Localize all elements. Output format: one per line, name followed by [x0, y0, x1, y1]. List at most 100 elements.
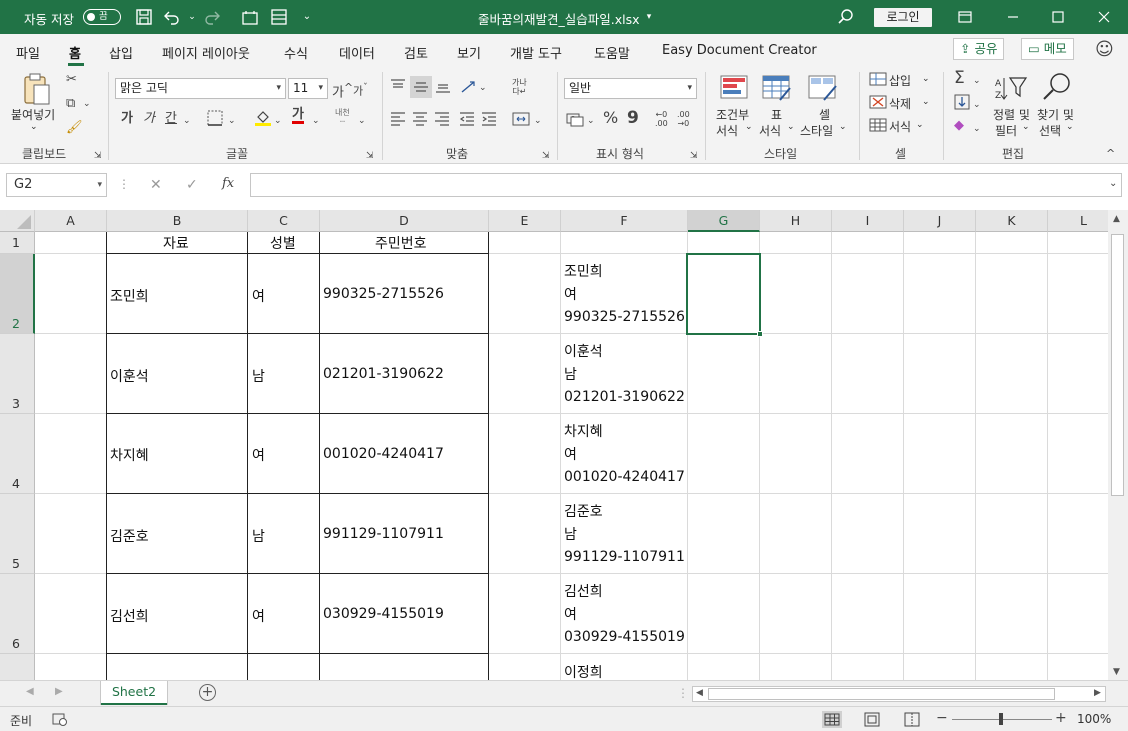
zoom-level[interactable]: 100%	[1077, 712, 1111, 726]
decrease-font-icon[interactable]: 가ˇ	[353, 80, 368, 100]
comma-style-icon[interactable]: 9	[627, 110, 639, 127]
autosum-icon[interactable]: Σ	[954, 70, 965, 87]
font-size-combo[interactable]: 11 ▾	[288, 78, 328, 99]
underline-dropdown-icon[interactable]: ⌄	[183, 113, 191, 129]
conditional-format-icon[interactable]	[720, 74, 750, 107]
tab-page-layout[interactable]: 페이지 레이아웃	[162, 43, 250, 62]
table-format-label-2[interactable]: 서식	[759, 122, 781, 139]
name-box[interactable]: G2 ▾	[6, 173, 107, 197]
find-select-dropdown-icon[interactable]: ⌄	[1066, 122, 1074, 132]
table-format-label-1[interactable]: 표	[771, 106, 782, 123]
font-color-dropdown-icon[interactable]: ⌄	[312, 113, 320, 129]
font-color-icon[interactable]: 가	[292, 108, 304, 124]
horizontal-scrollbar[interactable]: ◀ ▶	[692, 686, 1106, 702]
cell-styles-label-1[interactable]: 셀	[819, 106, 830, 123]
vertical-scroll-thumb[interactable]	[1111, 234, 1124, 496]
increase-indent-icon[interactable]	[481, 112, 497, 131]
cell-d6[interactable]: 030929-4155019	[323, 606, 444, 622]
row-header-5[interactable]: 5	[0, 494, 35, 574]
accounting-dropdown-icon[interactable]: ⌄	[587, 113, 595, 129]
column-header-d[interactable]: D	[320, 210, 489, 232]
active-cell-selection[interactable]	[686, 253, 761, 335]
delete-cells-label[interactable]: 삭제	[889, 95, 911, 112]
clear-dropdown-icon[interactable]: ⌄	[973, 121, 981, 137]
fill-color-icon[interactable]	[254, 108, 272, 131]
fill-color-dropdown-icon[interactable]: ⌄	[274, 113, 282, 129]
scroll-right-icon[interactable]: ▶	[1094, 688, 1101, 698]
cell-c6[interactable]: 여	[252, 606, 265, 626]
cond-format-label-2[interactable]: 서식	[716, 122, 738, 139]
zoom-in-icon[interactable]: +	[1055, 710, 1067, 726]
autosave-toggle[interactable]: 끔	[83, 9, 121, 25]
cell-styles-label-2[interactable]: 스타일	[800, 122, 833, 139]
paste-label[interactable]: 붙여넣기	[11, 106, 55, 123]
orientation-icon[interactable]	[460, 78, 478, 99]
decrease-decimal-icon[interactable]: .00 →0	[677, 110, 690, 128]
add-sheet-icon[interactable]: +	[199, 684, 216, 701]
insert-cells-icon[interactable]	[869, 72, 887, 91]
tab-insert[interactable]: 삽입	[109, 43, 133, 62]
format-cells-label[interactable]: 서식	[889, 118, 911, 135]
row-header-7[interactable]	[0, 654, 35, 680]
cell-c2[interactable]: 여	[252, 286, 265, 306]
filename-dropdown-icon[interactable]: ▾	[640, 8, 658, 26]
sheet-tab-sheet2[interactable]: Sheet2	[101, 681, 167, 705]
expand-formula-bar-icon[interactable]: ⌄	[1109, 178, 1117, 189]
format-as-table-icon[interactable]	[762, 74, 792, 107]
insert-cells-label[interactable]: 삽입	[889, 72, 911, 89]
sort-filter-icon[interactable]: AZ	[994, 74, 1028, 107]
cell-f5[interactable]: 김준호 남 991129-1107911	[564, 501, 685, 569]
vertical-scrollbar[interactable]: ▲ ▼	[1108, 210, 1128, 680]
font-name-combo[interactable]: 맑은 고딕 ▾	[115, 78, 286, 99]
row-header-3[interactable]: 3	[0, 334, 35, 414]
clipboard-launcher-icon[interactable]: ⇲	[94, 148, 102, 164]
decrease-indent-icon[interactable]	[459, 112, 475, 131]
sort-filter-label-1[interactable]: 정렬 및	[993, 106, 1030, 123]
tab-review[interactable]: 검토	[404, 43, 428, 62]
delete-cells-icon[interactable]	[869, 95, 887, 114]
phonetic-icon[interactable]: 내천 ┈	[335, 108, 350, 126]
cell-c5[interactable]: 남	[252, 526, 265, 546]
page-layout-view-icon[interactable]	[863, 711, 881, 731]
sort-filter-label-2[interactable]: 필터	[995, 122, 1017, 139]
page-break-view-icon[interactable]	[903, 711, 921, 731]
cell-b2[interactable]: 조민희	[110, 286, 149, 306]
fill-icon[interactable]	[954, 94, 970, 115]
share-button[interactable]: ⇪ 공유	[953, 38, 1005, 60]
insert-function-icon[interactable]: fx	[222, 176, 234, 191]
bold-icon[interactable]: 가	[121, 111, 133, 127]
number-format-combo[interactable]: 일반 ▾	[564, 78, 697, 99]
column-header-k[interactable]: K	[976, 210, 1048, 232]
cell-f4[interactable]: 차지혜 여 001020-4240417	[564, 421, 685, 489]
format-painter-icon[interactable]: 🖌	[66, 120, 83, 136]
tab-home[interactable]: 홈	[69, 43, 81, 62]
cell-f7[interactable]: 이정희	[564, 662, 603, 680]
format-cells-icon[interactable]	[869, 118, 887, 137]
underline-icon[interactable]: 간	[165, 111, 177, 127]
minimize-icon[interactable]	[1004, 8, 1022, 26]
scroll-up-icon[interactable]: ▲	[1113, 214, 1120, 224]
tab-help[interactable]: 도움말	[594, 43, 630, 62]
copy-icon[interactable]: ⧉	[66, 96, 75, 112]
cell-d4[interactable]: 001020-4240417	[323, 446, 444, 462]
layout-icon[interactable]	[270, 8, 288, 26]
select-all-corner[interactable]	[0, 210, 35, 232]
column-header-g[interactable]: G	[688, 210, 760, 232]
zoom-out-icon[interactable]: −	[936, 710, 948, 726]
merge-dropdown-icon[interactable]: ⌄	[534, 113, 542, 129]
header-cell-d1[interactable]: 주민번호	[375, 233, 427, 253]
save-icon[interactable]	[135, 8, 153, 26]
cell-d5[interactable]: 991129-1107911	[323, 526, 444, 542]
row-header-6[interactable]: 6	[0, 574, 35, 654]
column-header-l[interactable]: L	[1048, 210, 1108, 232]
column-header-c[interactable]: C	[248, 210, 320, 232]
ribbon-display-icon[interactable]	[956, 8, 974, 26]
row-header-2[interactable]: 2	[0, 254, 35, 334]
cell-styles-dropdown-icon[interactable]: ⌄	[839, 122, 847, 132]
column-header-b[interactable]: B	[107, 210, 248, 232]
zoom-slider-thumb[interactable]	[999, 713, 1003, 725]
cancel-entry-icon[interactable]: ✕	[150, 177, 162, 193]
fill-handle[interactable]	[757, 331, 763, 337]
borders-icon[interactable]	[207, 110, 223, 131]
find-select-label-1[interactable]: 찾기 및	[1037, 106, 1074, 123]
